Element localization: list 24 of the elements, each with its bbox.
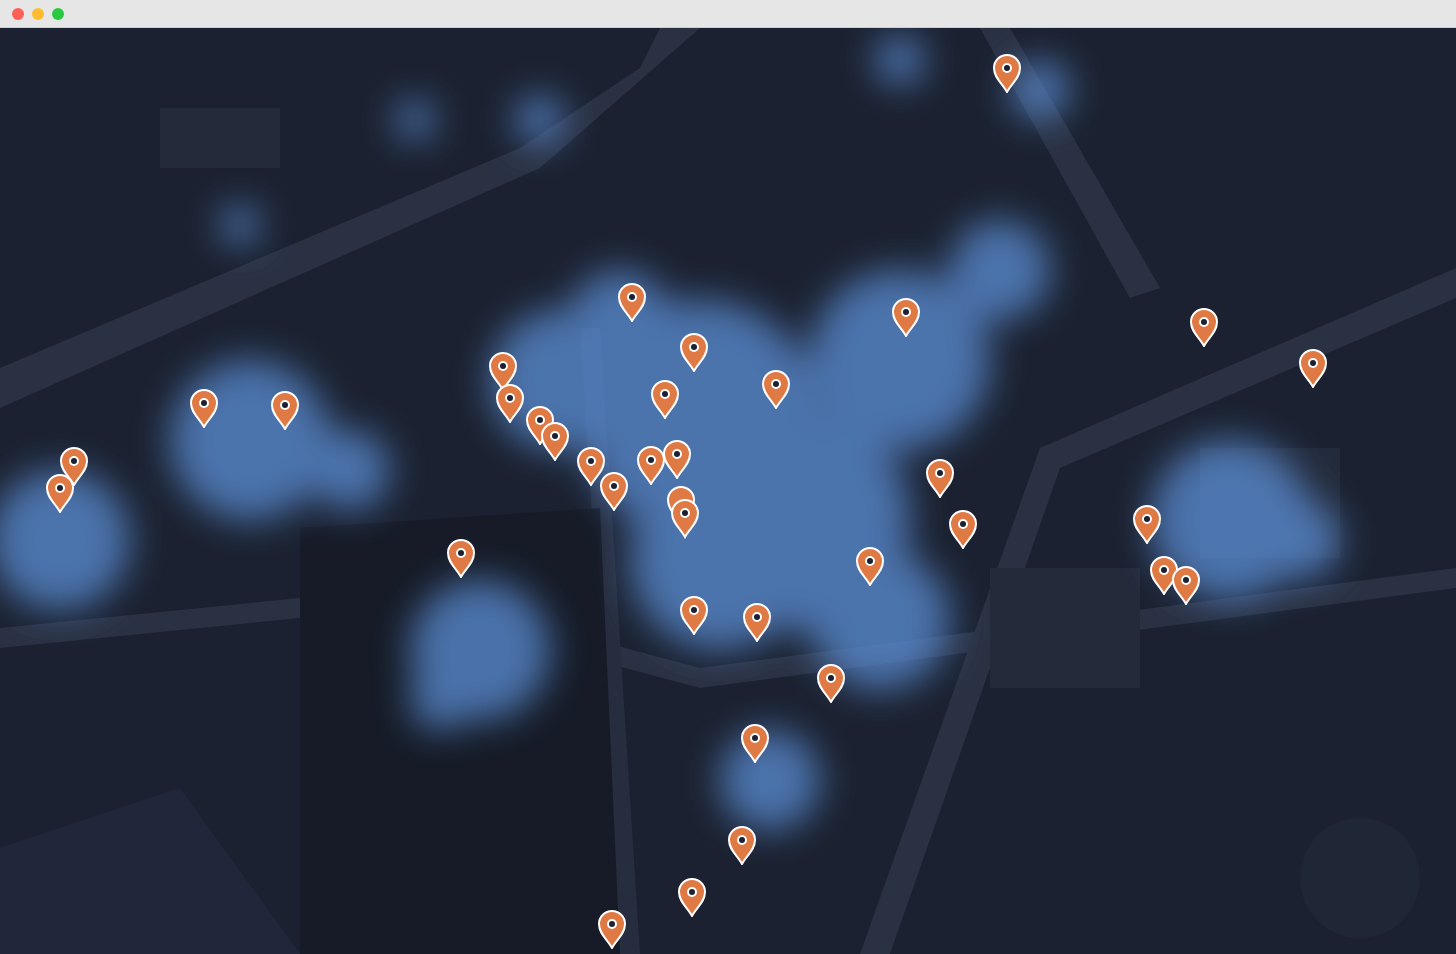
map-pin-icon[interactable]: [679, 595, 709, 635]
map-pin-icon[interactable]: [446, 538, 476, 578]
map-pin-icon[interactable]: [45, 473, 75, 513]
map-pin-icon[interactable]: [740, 723, 770, 763]
map-pin-icon[interactable]: [742, 602, 772, 642]
map-pin-icon[interactable]: [617, 282, 647, 322]
map-pin-icon[interactable]: [495, 383, 525, 423]
map-pin-icon[interactable]: [576, 446, 606, 486]
map-pin-icon[interactable]: [816, 663, 846, 703]
map-pin-icon[interactable]: [1298, 348, 1328, 388]
map-pin-icon[interactable]: [597, 909, 627, 949]
map-pin-icon[interactable]: [992, 53, 1022, 93]
map-pin-icon[interactable]: [189, 388, 219, 428]
map-pin-icon[interactable]: [727, 825, 757, 865]
map-pin-cluster-icon[interactable]: [665, 485, 701, 539]
map-pin-icon[interactable]: [1171, 565, 1201, 605]
map-pin-icon[interactable]: [599, 471, 629, 511]
map-pin-icon[interactable]: [540, 421, 570, 461]
map-pin-icon[interactable]: [1132, 504, 1162, 544]
map-pin-icon[interactable]: [270, 390, 300, 430]
map-pin-icon[interactable]: [925, 458, 955, 498]
map-pin-icon[interactable]: [1189, 307, 1219, 347]
map-pin-icon[interactable]: [677, 877, 707, 917]
map-pin-icon[interactable]: [948, 509, 978, 549]
